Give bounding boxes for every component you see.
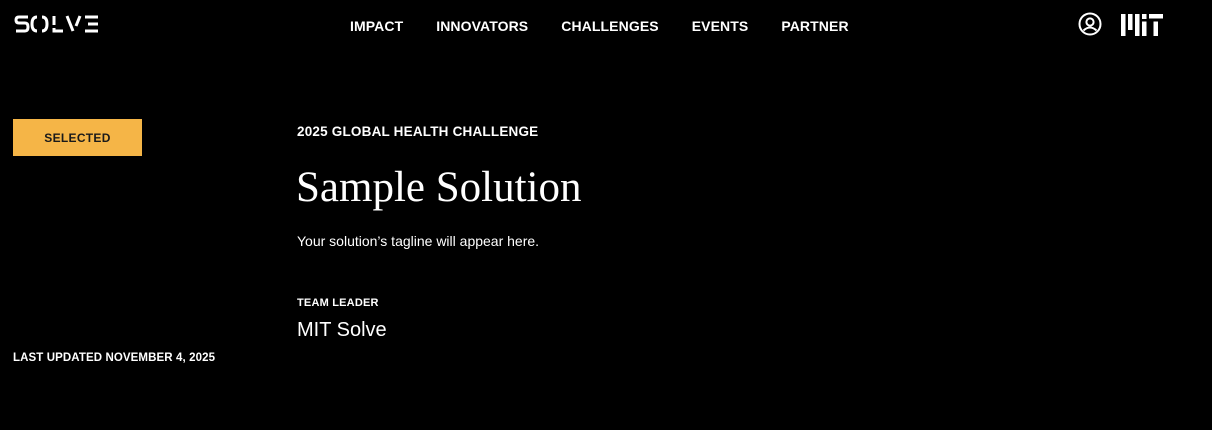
team-leader-name: MIT Solve bbox=[297, 319, 387, 341]
solve-logo[interactable] bbox=[14, 10, 114, 38]
last-updated-date: LAST UPDATED NOVEMBER 4, 2025 bbox=[13, 352, 216, 364]
main-nav: IMPACT INNOVATORS CHALLENGES EVENTS PART… bbox=[350, 16, 882, 36]
team-leader-label: TEAM LEADER bbox=[297, 297, 379, 309]
nav-innovators[interactable]: INNOVATORS bbox=[436, 16, 528, 36]
user-circle-icon[interactable] bbox=[1078, 12, 1102, 36]
status-badge: SELECTED bbox=[13, 119, 142, 156]
solve-logo-wordmark bbox=[14, 15, 98, 33]
site-header: IMPACT INNOVATORS CHALLENGES EVENTS PART… bbox=[0, 0, 1212, 52]
challenge-name[interactable]: 2025 GLOBAL HEALTH CHALLENGE bbox=[297, 124, 538, 139]
solution-tagline: Your solution’s tagline will appear here… bbox=[297, 233, 540, 249]
mit-logo[interactable] bbox=[1121, 14, 1163, 36]
page: IMPACT INNOVATORS CHALLENGES EVENTS PART… bbox=[0, 0, 1212, 430]
nav-challenges[interactable]: CHALLENGES bbox=[561, 16, 658, 36]
nav-impact[interactable]: IMPACT bbox=[350, 16, 403, 36]
page-title: Sample Solution bbox=[296, 164, 582, 211]
nav-partner[interactable]: PARTNER bbox=[781, 16, 848, 36]
nav-events[interactable]: EVENTS bbox=[692, 16, 749, 36]
